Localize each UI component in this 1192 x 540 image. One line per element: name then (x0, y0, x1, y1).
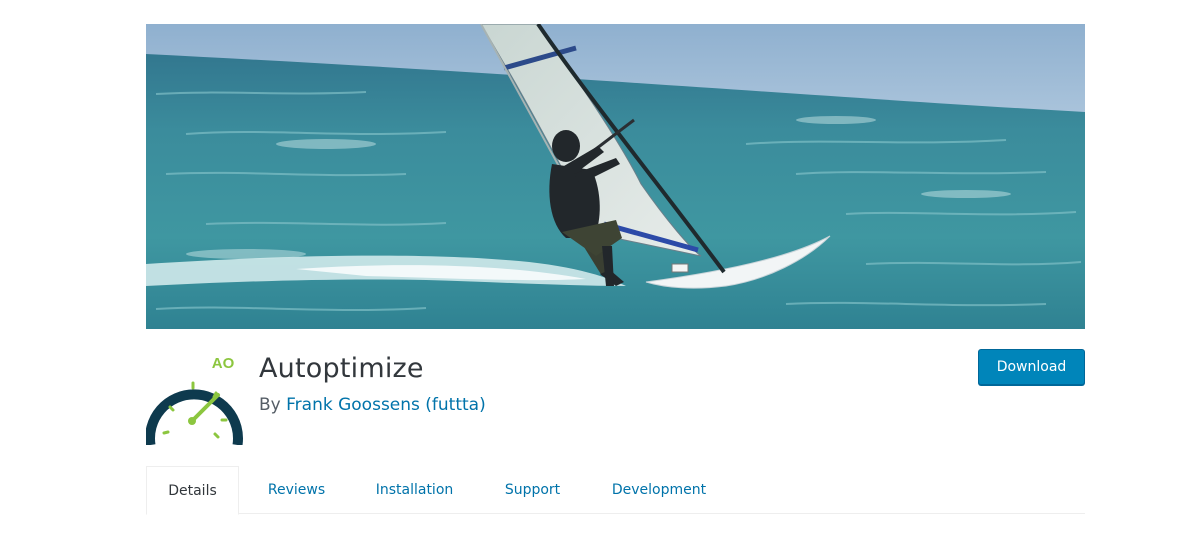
plugin-banner-image (146, 24, 1085, 329)
plugin-author: By Frank Goossens (futtta) (259, 395, 486, 415)
banner-illustration (146, 24, 1085, 329)
plugin-header: AO Autoptimize By Frank Goossens (futtta… (145, 345, 1085, 446)
tab-reviews[interactable]: Reviews (239, 466, 354, 514)
author-link[interactable]: Frank Goossens (futtta) (286, 395, 486, 415)
tab-details[interactable]: Details (146, 466, 239, 515)
tab-development[interactable]: Development (590, 466, 728, 514)
plugin-page: AO Autoptimize By Frank Goossens (futtta… (0, 0, 1192, 540)
tab-support[interactable]: Support (475, 466, 590, 514)
plugin-title: Autoptimize (259, 353, 424, 384)
speedometer-icon: AO (145, 355, 243, 446)
tab-installation[interactable]: Installation (354, 466, 475, 514)
author-prefix: By (259, 395, 281, 415)
icon-badge-text: AO (212, 355, 235, 372)
plugin-icon: AO (145, 345, 246, 446)
download-button[interactable]: Download (978, 349, 1085, 385)
plugin-tabs: Details Reviews Installation Support Dev… (146, 466, 1085, 515)
